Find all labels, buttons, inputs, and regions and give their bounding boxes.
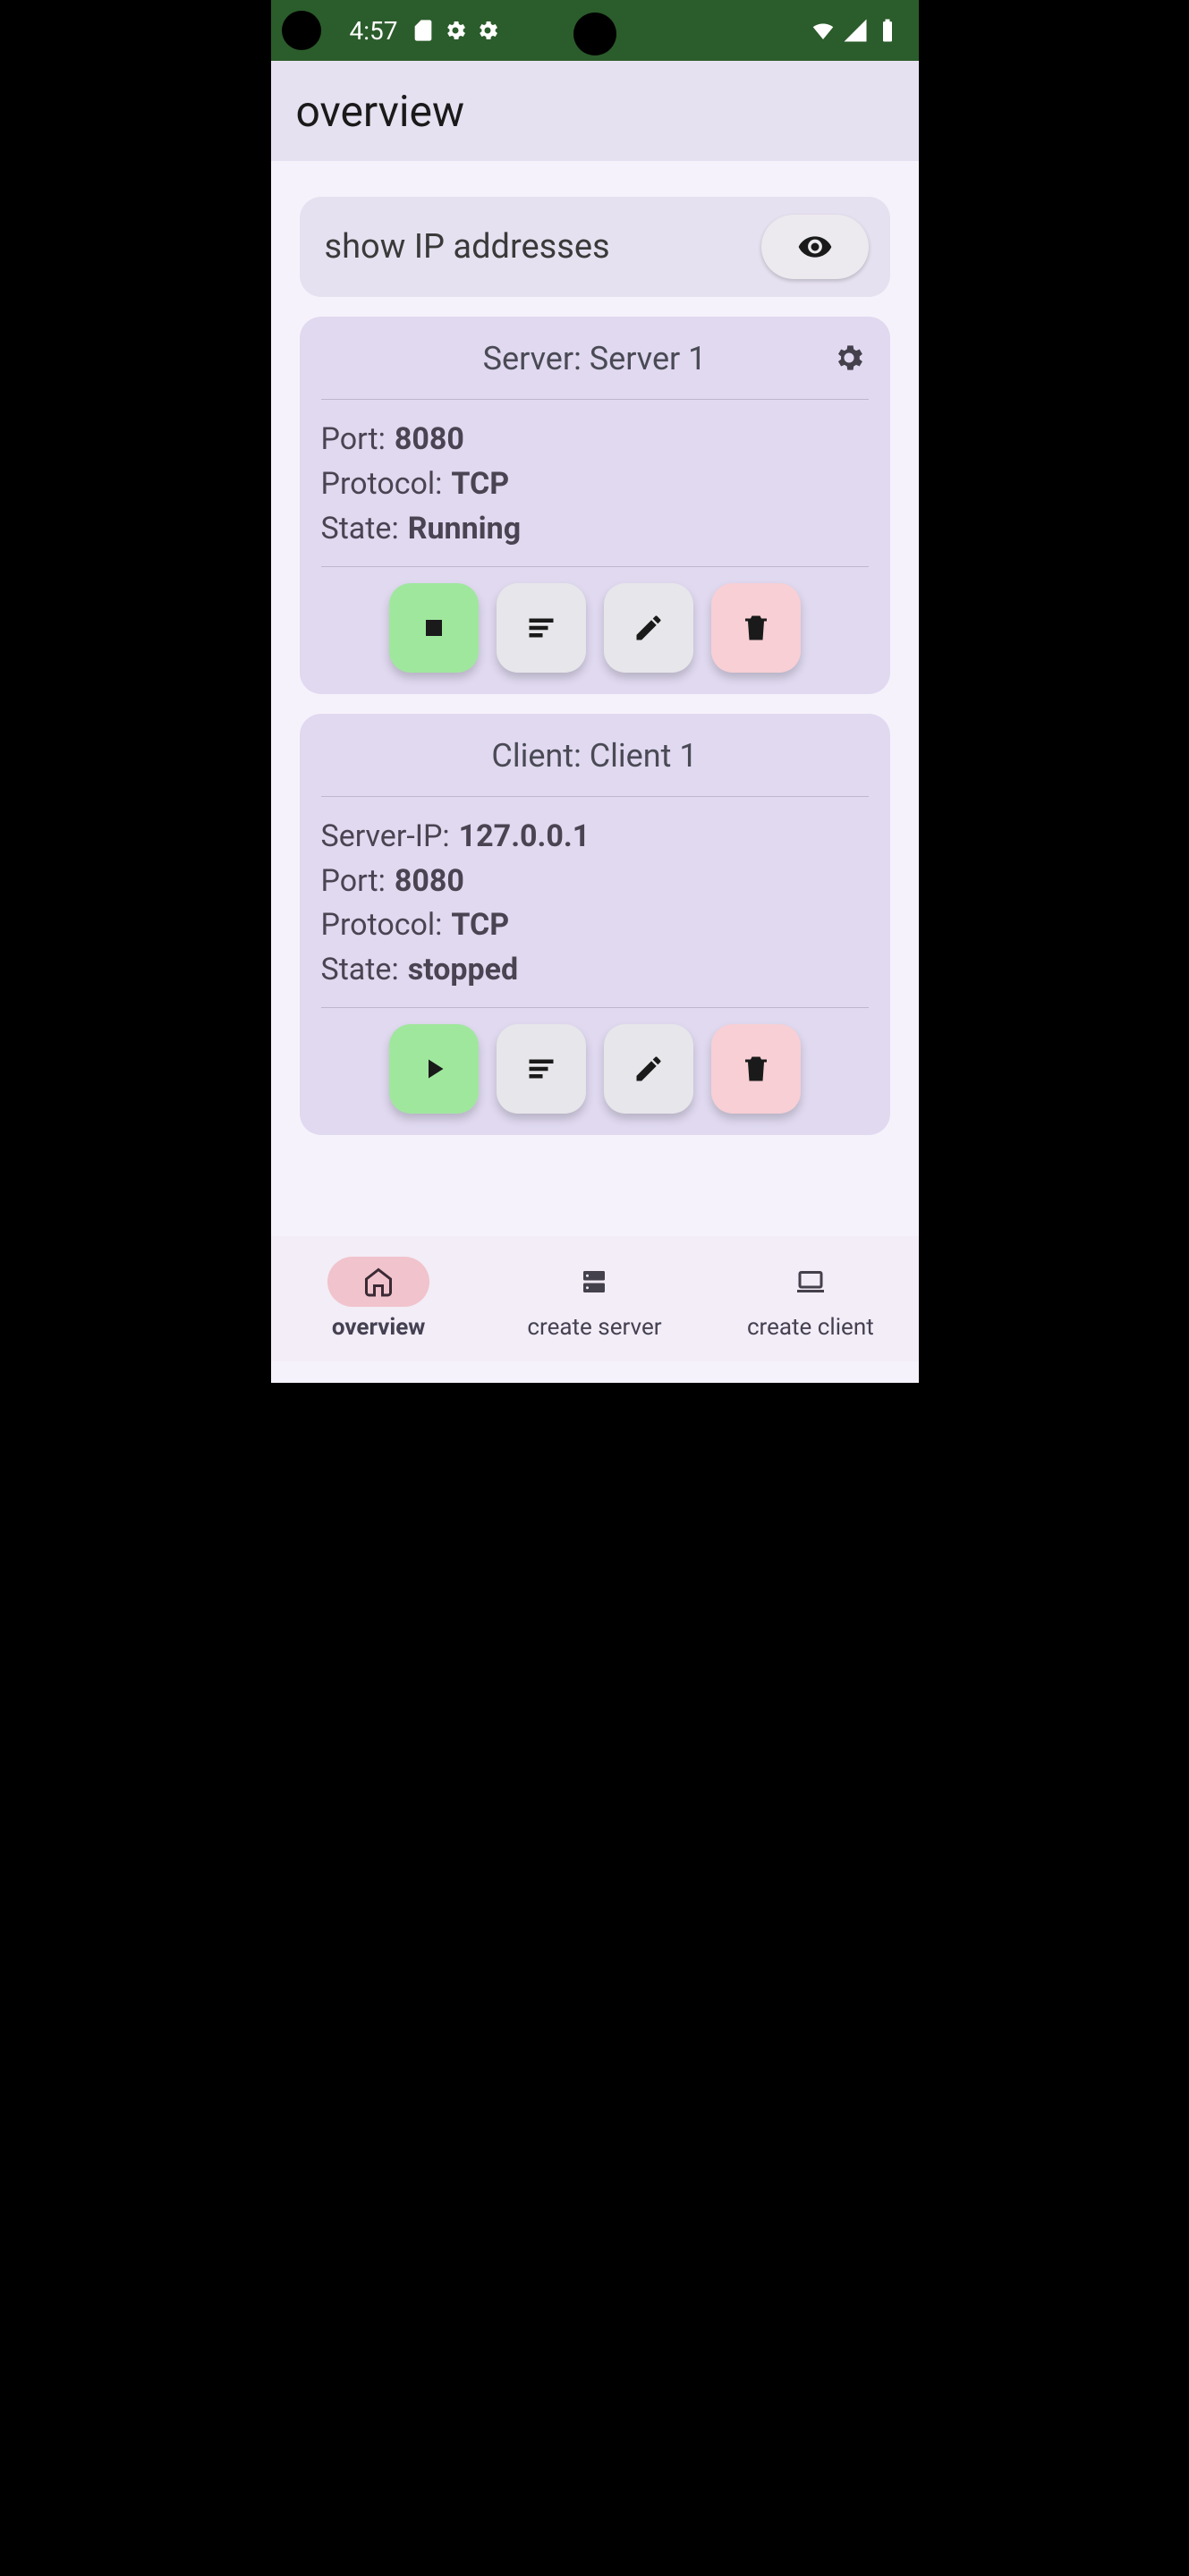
gear-icon: [832, 341, 866, 375]
status-notification-icons: [411, 18, 500, 43]
nav-overview-label: overview: [332, 1314, 425, 1341]
stop-icon: [418, 612, 450, 644]
client-state-row: State: stopped: [321, 948, 869, 993]
client-protocol-label: Protocol:: [321, 905, 443, 946]
client-port-label: Port:: [321, 861, 386, 902]
battery-icon: [874, 17, 901, 44]
client-state-value: stopped: [408, 950, 518, 991]
camera-cutout: [282, 11, 321, 50]
server-card: Server: Server 1 Port: 8080 Protocol: TC…: [300, 317, 890, 694]
client-actions: [321, 1008, 869, 1114]
server-protocol-value: TCP: [451, 464, 509, 505]
list-icon: [525, 612, 557, 644]
status-system-icons: [810, 17, 901, 44]
list-icon: [525, 1053, 557, 1085]
server-port-label: Port:: [321, 419, 386, 461]
client-port-value: 8080: [395, 861, 464, 902]
client-card-header: Client: Client 1: [321, 737, 869, 797]
client-delete-button[interactable]: [711, 1024, 801, 1114]
server-card-header: Server: Server 1: [321, 340, 869, 400]
client-start-button[interactable]: [389, 1024, 479, 1114]
status-time: 4:57: [350, 16, 398, 46]
eye-icon: [797, 229, 833, 265]
bottom-nav: overview create server create client: [271, 1236, 919, 1361]
client-card: Client: Client 1 Server-IP: 127.0.0.1 Po…: [300, 714, 890, 1136]
server-stop-button[interactable]: [389, 583, 479, 673]
show-ip-toggle-button[interactable]: [761, 215, 869, 279]
server-card-title: Server: Server 1: [483, 340, 707, 377]
play-icon: [418, 1053, 450, 1085]
server-state-value: Running: [408, 509, 521, 550]
client-edit-button[interactable]: [604, 1024, 693, 1114]
server-state-label: State:: [321, 509, 399, 550]
client-state-label: State:: [321, 950, 399, 991]
server-icon: [578, 1266, 610, 1298]
nav-create-server[interactable]: create server: [487, 1236, 702, 1361]
nav-overview[interactable]: overview: [271, 1236, 487, 1361]
server-port-row: Port: 8080: [321, 418, 869, 462]
client-protocol-value: TCP: [451, 905, 509, 946]
client-card-body: Server-IP: 127.0.0.1 Port: 8080 Protocol…: [321, 809, 869, 1009]
display-notch: [573, 13, 616, 55]
cellular-icon: [842, 17, 869, 44]
nav-create-server-label: create server: [527, 1314, 661, 1341]
nav-create-client-label: create client: [747, 1314, 874, 1341]
trash-icon: [740, 1053, 772, 1085]
status-bar: 4:57: [271, 0, 919, 61]
server-delete-button[interactable]: [711, 583, 801, 673]
show-ip-label: show IP addresses: [325, 227, 610, 267]
server-port-value: 8080: [395, 419, 464, 461]
home-icon: [362, 1266, 395, 1298]
server-protocol-row: Protocol: TCP: [321, 462, 869, 507]
server-edit-button[interactable]: [604, 583, 693, 673]
client-serverip-row: Server-IP: 127.0.0.1: [321, 815, 869, 860]
client-serverip-label: Server-IP:: [321, 817, 450, 858]
trash-icon: [740, 612, 772, 644]
laptop-icon: [794, 1266, 827, 1298]
app-header: overview: [271, 61, 919, 161]
client-card-title: Client: Client 1: [491, 737, 697, 775]
gear-small-icon: [475, 18, 500, 43]
nav-create-client[interactable]: create client: [702, 1236, 918, 1361]
gear-icon: [443, 18, 468, 43]
server-state-row: State: Running: [321, 507, 869, 552]
sd-card-icon: [411, 18, 436, 43]
client-logs-button[interactable]: [497, 1024, 586, 1114]
system-nav-bar: [271, 1361, 919, 1383]
content-area: show IP addresses Server: Server 1: [271, 161, 919, 1258]
wifi-icon: [810, 17, 837, 44]
client-serverip-value: 127.0.0.1: [459, 817, 590, 858]
server-logs-button[interactable]: [497, 583, 586, 673]
server-actions: [321, 567, 869, 673]
pencil-icon: [633, 1053, 665, 1085]
server-protocol-label: Protocol:: [321, 464, 443, 505]
server-card-body: Port: 8080 Protocol: TCP State: Running: [321, 412, 869, 567]
show-ip-card[interactable]: show IP addresses: [300, 197, 890, 297]
page-title: overview: [296, 86, 465, 137]
client-protocol-row: Protocol: TCP: [321, 903, 869, 948]
server-settings-button[interactable]: [829, 338, 869, 377]
client-port-row: Port: 8080: [321, 860, 869, 904]
pencil-icon: [633, 612, 665, 644]
